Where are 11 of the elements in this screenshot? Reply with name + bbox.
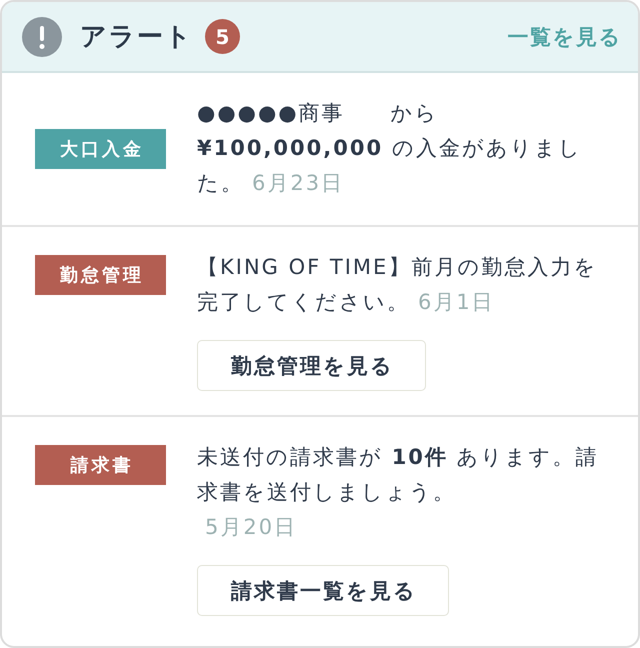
panel-title: アラート bbox=[80, 20, 193, 54]
view-button[interactable]: 請求書一覧を見る bbox=[197, 565, 449, 616]
category-tag: 請求書 bbox=[35, 445, 166, 485]
exclamation-icon bbox=[22, 16, 62, 56]
alert-message: 【KING OF TIME】前月の勤怠入力を完了してください。 6月1日 bbox=[197, 254, 598, 316]
view-button[interactable]: 勤怠管理を見る bbox=[197, 340, 426, 391]
category-tag: 大口入金 bbox=[35, 128, 166, 168]
category-tag: 勤怠管理 bbox=[35, 255, 166, 295]
alert-message: 未送付の請求書が 10件 あります。請求書を送付しましょう。 5月20日 bbox=[197, 444, 599, 541]
alert-message: ●●●●●商事 から ¥100,000,000 の入金がありました。 6月23日 bbox=[197, 100, 583, 197]
count-badge: 5 bbox=[205, 19, 240, 54]
